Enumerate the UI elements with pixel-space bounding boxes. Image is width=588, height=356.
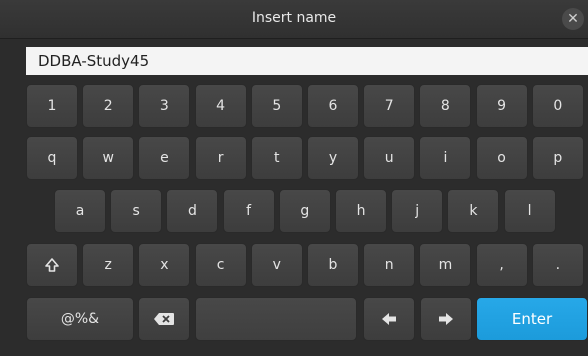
- key-c-label: c: [216, 257, 225, 273]
- key-x[interactable]: x: [138, 243, 191, 287]
- shift-key[interactable]: [26, 243, 78, 287]
- arrow-right-key[interactable]: [420, 297, 472, 341]
- key-j-label: j: [415, 203, 420, 219]
- key-m-label: m: [438, 257, 453, 273]
- key-w[interactable]: w: [82, 136, 135, 180]
- key-0-label: 0: [553, 98, 563, 114]
- key-2-label: 2: [103, 98, 113, 114]
- key-q-label: q: [47, 150, 57, 166]
- key-7-label: 7: [384, 98, 394, 114]
- key-period-label: .: [555, 257, 561, 273]
- key-g-label: g: [300, 203, 310, 219]
- arrow-left-icon: [381, 312, 397, 326]
- key-6-label: 6: [328, 98, 338, 114]
- key-8[interactable]: 8: [419, 84, 472, 128]
- symbols-key-label: @%&: [60, 311, 100, 327]
- symbols-key[interactable]: @%&: [26, 297, 134, 341]
- key-1-label: 1: [47, 98, 57, 114]
- key-n[interactable]: n: [363, 243, 416, 287]
- key-s[interactable]: s: [110, 189, 163, 233]
- key-d-label: d: [187, 203, 197, 219]
- key-3-label: 3: [159, 98, 169, 114]
- key-q[interactable]: q: [26, 136, 78, 180]
- backspace-icon: [153, 312, 175, 326]
- key-4-label: 4: [216, 98, 226, 114]
- key-u-label: u: [384, 150, 394, 166]
- key-e-label: e: [160, 150, 169, 166]
- close-icon: ✕: [567, 11, 579, 27]
- key-f-label: f: [246, 203, 252, 219]
- key-p-label: p: [553, 150, 563, 166]
- key-4[interactable]: 4: [194, 84, 247, 128]
- key-r[interactable]: r: [194, 136, 247, 180]
- enter-key-label: Enter: [511, 310, 553, 328]
- key-y-label: y: [328, 150, 338, 166]
- key-9[interactable]: 9: [475, 84, 528, 128]
- arrow-right-icon: [438, 312, 454, 326]
- key-7[interactable]: 7: [363, 84, 416, 128]
- key-a-label: a: [75, 203, 85, 219]
- key-1[interactable]: 1: [26, 84, 78, 128]
- key-comma[interactable]: ,: [475, 243, 528, 287]
- key-l-label: l: [527, 203, 532, 219]
- key-w-label: w: [102, 150, 114, 166]
- key-h[interactable]: h: [335, 189, 387, 233]
- key-a[interactable]: a: [54, 189, 106, 233]
- key-k-label: k: [469, 203, 478, 219]
- key-5[interactable]: 5: [250, 84, 303, 128]
- enter-key[interactable]: Enter: [476, 297, 588, 341]
- key-period[interactable]: .: [531, 243, 584, 287]
- dialog-title: Insert name: [251, 10, 337, 26]
- key-r-label: r: [217, 150, 224, 166]
- key-p[interactable]: p: [531, 136, 584, 180]
- key-o[interactable]: o: [475, 136, 528, 180]
- name-input[interactable]: [26, 47, 588, 75]
- key-h-label: h: [356, 203, 366, 219]
- key-c[interactable]: c: [194, 243, 247, 287]
- space-key[interactable]: [195, 297, 357, 341]
- key-f[interactable]: f: [222, 189, 275, 233]
- key-6[interactable]: 6: [307, 84, 359, 128]
- key-l[interactable]: l: [503, 189, 556, 233]
- close-button[interactable]: ✕: [562, 8, 584, 30]
- key-v-label: v: [272, 257, 281, 273]
- key-n-label: n: [384, 257, 394, 273]
- arrow-left-key[interactable]: [363, 297, 415, 341]
- key-i-label: i: [443, 150, 448, 166]
- title-bar: Insert name ✕: [0, 0, 588, 39]
- key-comma-label: ,: [499, 257, 504, 273]
- key-8-label: 8: [440, 98, 450, 114]
- key-m[interactable]: m: [419, 243, 472, 287]
- key-b-label: b: [328, 257, 338, 273]
- shift-icon: [44, 257, 60, 273]
- key-g[interactable]: g: [278, 189, 331, 233]
- key-x-label: x: [160, 257, 169, 273]
- key-z[interactable]: z: [82, 243, 135, 287]
- key-2[interactable]: 2: [82, 84, 135, 128]
- key-5-label: 5: [272, 98, 282, 114]
- key-b[interactable]: b: [307, 243, 359, 287]
- key-v[interactable]: v: [250, 243, 303, 287]
- key-k[interactable]: k: [447, 189, 500, 233]
- key-3[interactable]: 3: [138, 84, 191, 128]
- key-j[interactable]: j: [391, 189, 444, 233]
- key-t-label: t: [274, 150, 280, 166]
- key-y[interactable]: y: [307, 136, 359, 180]
- key-0[interactable]: 0: [531, 84, 584, 128]
- backspace-key[interactable]: [138, 297, 190, 341]
- key-e[interactable]: e: [138, 136, 191, 180]
- insert-name-dialog: Insert name ✕ 1 2 3 4 5 6 7 8 9 0 q w e r t y u i o p a s d f g h…: [0, 0, 588, 356]
- key-i[interactable]: i: [419, 136, 472, 180]
- key-z-label: z: [104, 257, 112, 273]
- key-u[interactable]: u: [363, 136, 416, 180]
- key-9-label: 9: [497, 98, 507, 114]
- key-t[interactable]: t: [250, 136, 303, 180]
- key-s-label: s: [132, 203, 140, 219]
- key-d[interactable]: d: [166, 189, 219, 233]
- key-o-label: o: [497, 150, 506, 166]
